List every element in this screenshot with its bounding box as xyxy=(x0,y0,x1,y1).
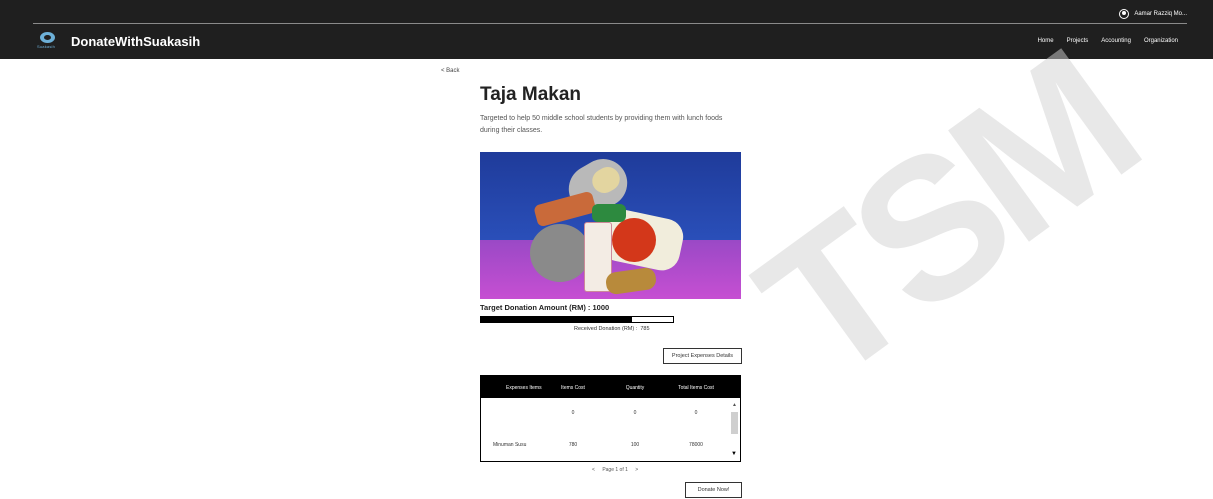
table-header: Expenses Items Items Cost Quantity Total… xyxy=(481,376,740,398)
donate-now-button[interactable]: Donate Now! xyxy=(685,482,742,498)
project-image xyxy=(480,152,741,299)
received-label: Received Donation (RM) : xyxy=(574,326,638,332)
suakasih-logo-icon: Suakasih xyxy=(37,32,59,50)
nav-projects[interactable]: Projects xyxy=(1067,38,1089,44)
cell-total: 78000 xyxy=(689,442,703,448)
user-avatar-icon[interactable] xyxy=(1119,9,1130,19)
table-pagination: < Page 1 of 1 > xyxy=(589,467,641,473)
next-page-button[interactable]: > xyxy=(635,467,638,473)
scroll-up-icon[interactable]: ▲ xyxy=(732,402,737,408)
prev-page-button[interactable]: < xyxy=(592,467,595,473)
page-indicator: Page 1 of 1 xyxy=(602,467,628,473)
table-scrollbar[interactable]: ▲ ▼ xyxy=(729,398,740,461)
scroll-down-icon[interactable]: ▼ xyxy=(731,451,737,457)
donation-progress-fill xyxy=(481,317,632,322)
user-account[interactable]: Aamar Razziq Mo... xyxy=(1119,9,1187,19)
project-expenses-button[interactable]: Project Expenses Details xyxy=(663,348,742,364)
user-name[interactable]: Aamar Razziq Mo... xyxy=(1134,11,1187,17)
header-quantity: Quantity xyxy=(625,385,645,391)
nav-organization[interactable]: Organization xyxy=(1144,38,1178,44)
cell-item: Minuman Susu xyxy=(493,442,527,448)
back-link[interactable]: < Back xyxy=(441,68,460,74)
brand-name[interactable]: DonateWithSuakasih xyxy=(71,34,200,49)
brand[interactable]: Suakasih DonateWithSuakasih xyxy=(37,32,200,50)
expenses-table: Expenses Items Items Cost Quantity Total… xyxy=(480,375,741,462)
nav-home[interactable]: Home xyxy=(1038,38,1054,44)
project-description: Targeted to help 50 middle school studen… xyxy=(480,115,723,134)
donation-progress-bar xyxy=(480,316,674,323)
logo-text: Suakasih xyxy=(37,44,56,49)
target-value: 1000 xyxy=(592,303,610,312)
header-items-cost: Items Cost xyxy=(561,385,585,391)
target-amount: Target Donation Amount (RM) : 1000 xyxy=(480,303,609,312)
header-divider xyxy=(33,23,1187,24)
received-donation: Received Donation (RM) : 785 xyxy=(574,326,650,332)
target-label: Target Donation Amount (RM) : xyxy=(480,303,591,312)
received-value: 785 xyxy=(640,326,650,332)
cell-cost: 0 xyxy=(571,410,575,416)
cell-quantity: 0 xyxy=(633,410,637,416)
header-expenses-items: Expenses Items xyxy=(506,385,542,391)
cell-total: 0 xyxy=(694,410,698,416)
main-nav: Home Projects Accounting Organization xyxy=(1038,38,1178,44)
cell-cost: 780 xyxy=(568,442,578,448)
project-title: Taja Makan xyxy=(480,84,582,105)
top-header: Aamar Razziq Mo... Suakasih DonateWithSu… xyxy=(0,0,1213,59)
cell-quantity: 100 xyxy=(630,442,640,448)
scrollbar-thumb[interactable] xyxy=(731,412,738,434)
header-total-items-cost: Total Items Cost xyxy=(678,385,714,391)
watermark: TSM xyxy=(721,11,1171,423)
nav-accounting[interactable]: Accounting xyxy=(1101,38,1131,44)
